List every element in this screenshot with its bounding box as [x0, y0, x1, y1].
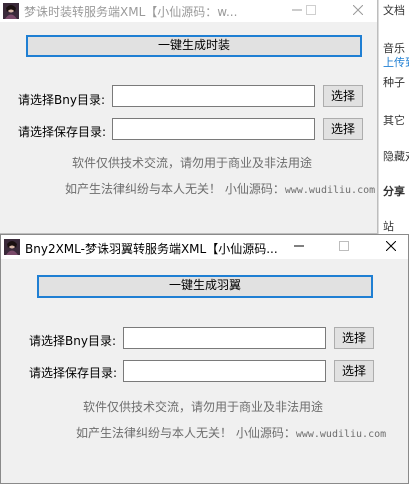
choose-bny-button[interactable]: 选择 — [334, 327, 374, 349]
disclaimer-text: 软件仅供技术交流，请勿用于商业及非法用途 — [72, 156, 313, 170]
titlebar[interactable]: 梦诛时装转服务端XML【小仙源码：w... — [0, 0, 377, 22]
maximize-icon — [306, 5, 316, 15]
window-title: 梦诛时装转服务端XML【小仙源码：w... — [24, 5, 238, 19]
notice-url: www.wudiliu.com — [284, 185, 376, 196]
choose-save-button[interactable]: 选择 — [323, 118, 363, 140]
bny-dir-input[interactable] — [112, 85, 315, 107]
window-costume: 梦诛时装转服务端XML【小仙源码：w... 一键生成时装 请选择Bny目录: 选… — [0, 0, 378, 234]
bg-item-upload[interactable]: 上传到 — [383, 54, 409, 70]
bny-dir-label: 请选择Bny目录: — [29, 334, 116, 348]
disclaimer-text: 软件仅供技术交流，请勿用于商业及非法用途 — [83, 400, 324, 414]
close-icon — [352, 4, 364, 16]
save-dir-input[interactable] — [112, 118, 315, 140]
bg-item-share[interactable]: 分享 — [383, 183, 405, 199]
close-button[interactable] — [376, 235, 406, 259]
bny-dir-input[interactable] — [123, 327, 326, 349]
notice-text: 如产生法律纠纷与本人无关！ 小仙源码：www.wudiliu.com — [76, 424, 386, 441]
notice-url: www.wudiliu.com — [295, 429, 387, 440]
save-dir-input[interactable] — [123, 360, 326, 382]
choose-save-button[interactable]: 选择 — [334, 360, 374, 382]
maximize-icon — [339, 241, 349, 251]
generate-costume-button[interactable]: 一键生成时装 — [26, 35, 362, 57]
notice-text: 如产生法律纠纷与本人无关！ 小仙源码：www.wudiliu.com — [65, 180, 375, 197]
notice-prefix: 如产生法律纠纷与本人无关！ 小仙源码： — [76, 426, 296, 440]
bny-dir-label: 请选择Bny目录: — [18, 93, 105, 107]
close-icon — [385, 240, 397, 252]
choose-bny-button[interactable]: 选择 — [323, 85, 363, 107]
bg-item-station[interactable]: 站 — [383, 218, 394, 234]
window-title: Bny2XML-梦诛羽翼转服务端XML【小仙源码... — [25, 242, 278, 256]
maximize-button[interactable] — [296, 0, 326, 22]
background-app-strip: 文档 音乐 上传到 种子 其它 隐藏对 分享 站 — [378, 0, 409, 260]
save-dir-label: 请选择保存目录: — [18, 125, 107, 139]
titlebar[interactable]: Bny2XML-梦诛羽翼转服务端XML【小仙源码... — [1, 235, 408, 259]
app-avatar-icon — [3, 3, 19, 19]
bg-item-documents[interactable]: 文档 — [383, 2, 405, 18]
bg-item-hidden[interactable]: 隐藏对 — [383, 148, 409, 164]
minimize-icon — [294, 245, 304, 247]
maximize-button[interactable] — [329, 235, 359, 259]
close-button[interactable] — [343, 0, 373, 22]
save-dir-label: 请选择保存目录: — [29, 366, 118, 380]
notice-prefix: 如产生法律纠纷与本人无关！ 小仙源码： — [65, 182, 285, 196]
bg-item-seeds[interactable]: 种子 — [383, 74, 405, 90]
minimize-button[interactable] — [284, 235, 314, 259]
bg-item-other[interactable]: 其它 — [383, 112, 405, 128]
window-wings: Bny2XML-梦诛羽翼转服务端XML【小仙源码... 一键生成羽翼 请选择Bn… — [0, 234, 409, 484]
app-avatar-icon — [4, 239, 20, 255]
generate-wings-button[interactable]: 一键生成羽翼 — [37, 275, 373, 298]
